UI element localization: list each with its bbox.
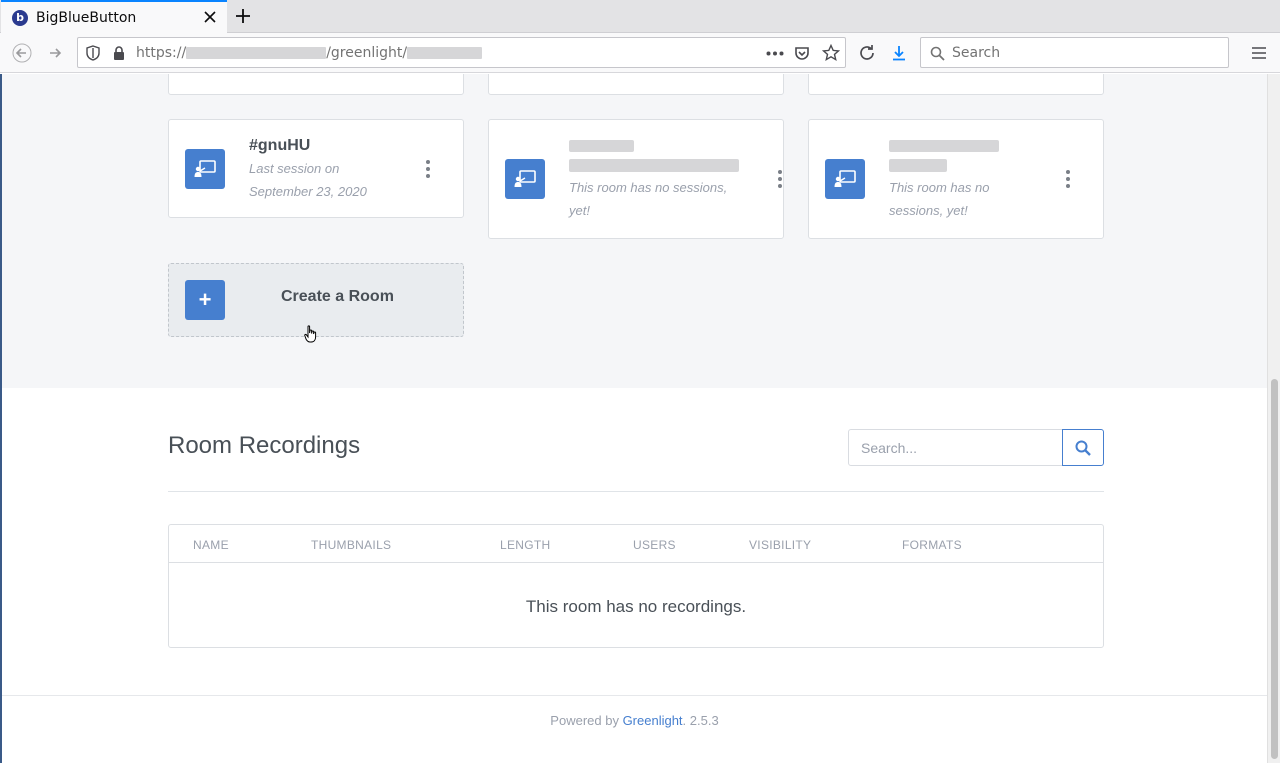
recordings-search-button[interactable] <box>1062 429 1104 466</box>
room-title: #gnuHU <box>249 137 311 154</box>
column-header-thumbnails[interactable]: THUMBNAILS <box>311 538 391 552</box>
recordings-table: NAME THUMBNAILS LENGTH USERS VISIBILITY … <box>168 524 1104 648</box>
bigbluebutton-favicon-icon: b <box>12 9 28 26</box>
footer-divider <box>2 695 1267 696</box>
browser-search-bar[interactable]: Search <box>920 37 1229 68</box>
presentation-icon <box>185 149 225 189</box>
room-status: This room has no sessions, yet! <box>889 180 990 218</box>
room-status: This room has no sessions, yet! <box>569 180 728 218</box>
room-title-redacted <box>889 140 999 152</box>
column-header-users[interactable]: USERS <box>633 538 676 552</box>
recordings-table-header: NAME THUMBNAILS LENGTH USERS VISIBILITY … <box>169 525 1103 563</box>
presentation-icon <box>505 159 545 199</box>
recordings-title: Room Recordings <box>168 432 361 459</box>
browser-tab-bar: b BigBlueButton <box>0 0 1280 33</box>
bookmark-star-icon[interactable] <box>822 44 840 62</box>
room-card[interactable]: #gnuHU Last session on September 23, 202… <box>168 119 464 218</box>
url-prefix: https:// <box>136 45 187 61</box>
tracking-protection-shield-icon[interactable] <box>86 45 100 61</box>
url-redacted-host <box>186 47 327 59</box>
pocket-icon[interactable] <box>794 45 810 61</box>
reload-icon[interactable] <box>855 41 879 65</box>
room-card-partial[interactable] <box>488 74 784 95</box>
presentation-icon <box>825 159 865 199</box>
new-tab-icon[interactable] <box>232 5 254 27</box>
rooms-section: #gnuHU Last session on September 23, 202… <box>2 74 1267 388</box>
padlock-icon[interactable] <box>112 45 126 61</box>
plus-icon: + <box>185 280 225 320</box>
close-tab-icon[interactable] <box>203 10 217 24</box>
footer-prefix: Powered by <box>550 713 623 728</box>
search-icon <box>930 46 945 61</box>
room-title-redacted <box>569 140 634 152</box>
room-title-redacted <box>889 159 947 172</box>
greenlight-link[interactable]: Greenlight <box>623 713 683 728</box>
browser-nav-bar: https:// /greenlight/ Search <box>0 33 1280 73</box>
url-bar[interactable]: https:// /greenlight/ <box>77 37 846 68</box>
scrollbar-thumb[interactable] <box>1271 379 1278 759</box>
room-title-redacted <box>569 159 739 172</box>
page-scrollbar[interactable] <box>1267 74 1280 763</box>
url-path: /greenlight/ <box>326 45 408 61</box>
column-header-visibility[interactable]: VISIBILITY <box>749 538 811 552</box>
column-header-name[interactable]: NAME <box>193 538 229 552</box>
url-redacted-room <box>407 47 483 59</box>
footer-version: . 2.5.3 <box>682 713 719 728</box>
downloads-icon[interactable] <box>887 41 911 65</box>
page-actions-icon[interactable] <box>766 51 784 56</box>
page-content: #gnuHU Last session on September 23, 202… <box>0 74 1267 763</box>
url-text: https:// /greenlight/ <box>136 45 483 61</box>
recordings-search-input[interactable]: Search... <box>848 429 1063 466</box>
search-icon <box>1075 440 1091 456</box>
room-options-icon[interactable] <box>425 160 431 178</box>
room-last-session: Last session on September 23, 2020 <box>249 161 367 199</box>
forward-icon[interactable] <box>43 41 67 65</box>
footer: Powered by Greenlight. 2.5.3 <box>2 713 1267 728</box>
section-divider <box>168 491 1104 492</box>
column-header-formats[interactable]: FORMATS <box>902 538 962 552</box>
room-options-icon[interactable] <box>1065 170 1071 188</box>
hand-cursor-icon <box>304 325 317 343</box>
room-card[interactable]: This room has no sessions, yet! <box>488 119 784 239</box>
hamburger-menu-icon[interactable] <box>1247 41 1271 65</box>
browser-tab-active[interactable]: b BigBlueButton <box>1 0 227 33</box>
back-icon[interactable] <box>10 41 34 65</box>
room-card-partial[interactable] <box>808 74 1104 95</box>
room-options-icon[interactable] <box>777 170 783 188</box>
create-room-label: Create a Room <box>281 288 394 305</box>
room-card-partial[interactable] <box>168 74 464 95</box>
column-header-length[interactable]: LENGTH <box>500 538 550 552</box>
no-recordings-message: This room has no recordings. <box>525 597 747 616</box>
browser-search-placeholder: Search <box>952 45 1001 61</box>
room-card[interactable]: This room has no sessions, yet! <box>808 119 1104 239</box>
tab-title: BigBlueButton <box>36 9 137 26</box>
